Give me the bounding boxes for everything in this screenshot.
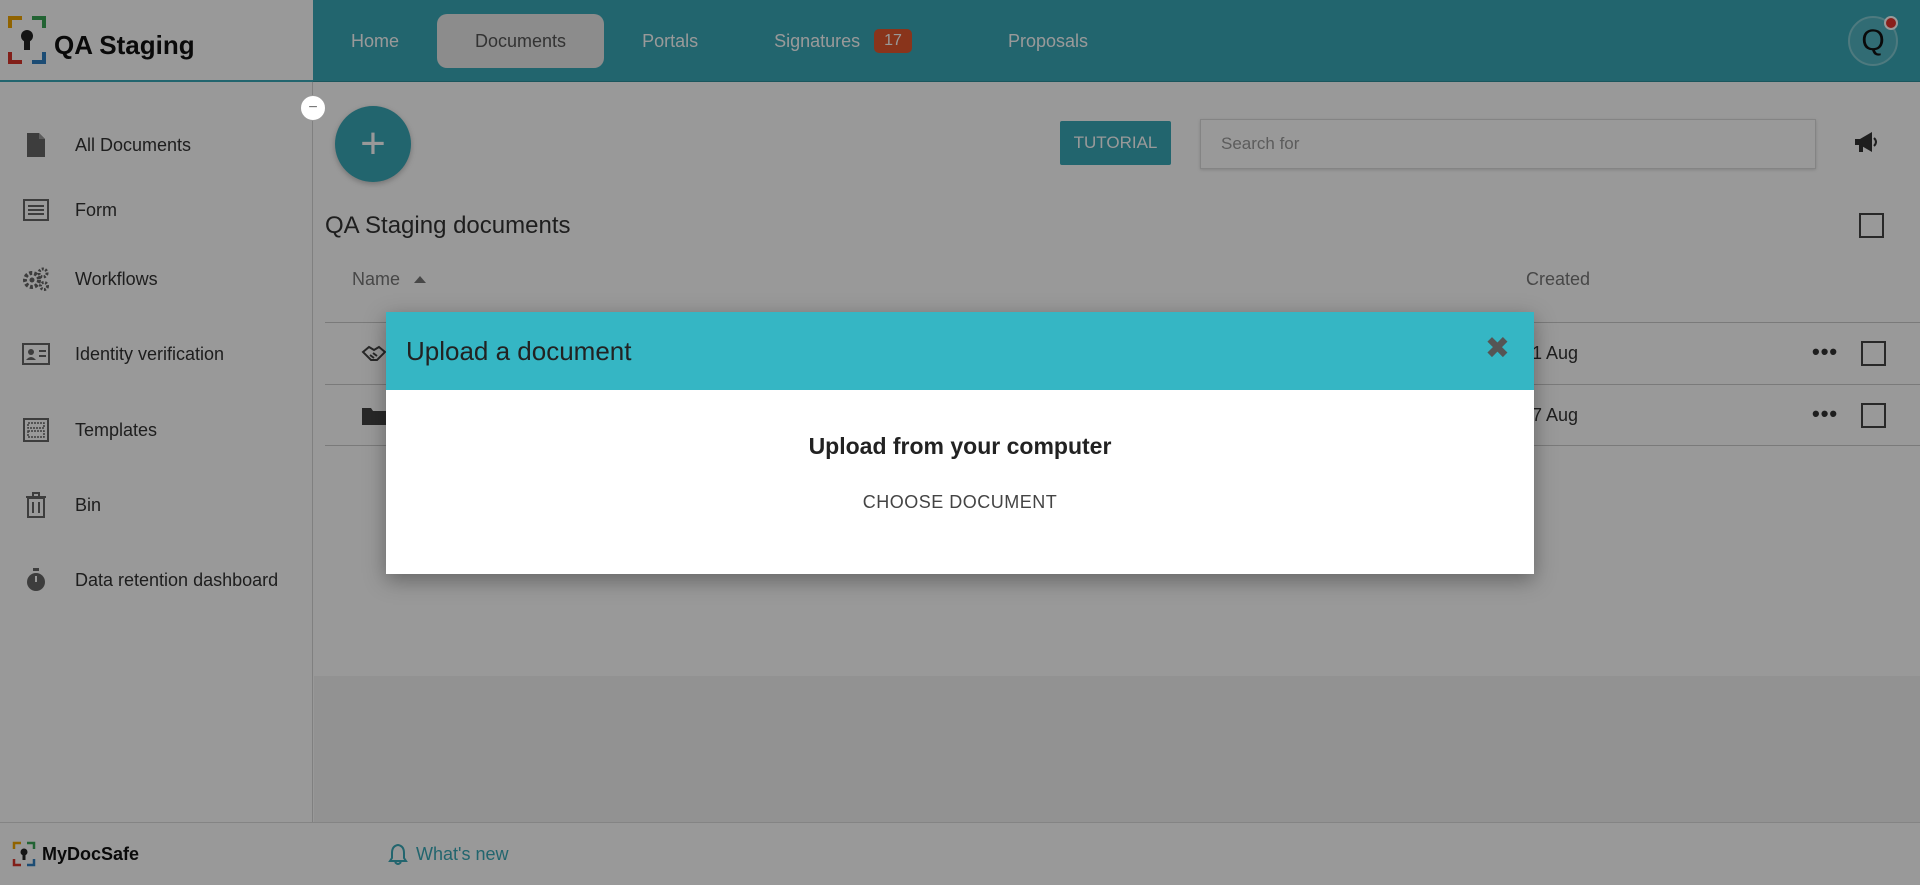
modal-title: Upload a document — [406, 335, 632, 366]
choose-document-button[interactable]: CHOOSE DOCUMENT — [386, 492, 1534, 513]
sidebar-collapse-button[interactable]: − — [300, 95, 326, 121]
close-icon[interactable]: ✖ — [1485, 334, 1510, 364]
upload-heading: Upload from your computer — [808, 433, 1112, 459]
upload-document-modal: Upload a document ✖ Upload from your com… — [386, 312, 1534, 574]
collapse-symbol: − — [308, 99, 318, 116]
modal-header: Upload a document ✖ — [386, 312, 1534, 390]
